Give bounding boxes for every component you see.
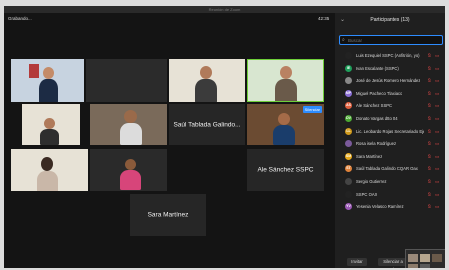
- camera-off-icon[interactable]: ▭: [435, 88, 439, 99]
- participant-row[interactable]: Sergio Gutierrez ⍉ ▭: [339, 176, 443, 189]
- camera-off-icon[interactable]: ▭: [435, 163, 439, 174]
- speaking-indicator: Silenciar: [302, 106, 322, 113]
- camera-off-icon[interactable]: ▭: [435, 176, 439, 187]
- video-tile-saul[interactable]: Saúl Tablada Galindo...: [169, 104, 245, 145]
- participant-name: Saúl Tablada Galindo CQAR Oax: [356, 166, 418, 172]
- invite-button[interactable]: Invitar: [347, 258, 367, 266]
- avatar: [345, 52, 352, 59]
- window-title: Reunión de Zoom: [208, 7, 241, 12]
- participant-name: Donato Vargas dtto 04: [356, 115, 398, 121]
- participant-row[interactable]: DV Donato Vargas dtto 04 ⍉ ▭: [339, 113, 443, 126]
- avatar: MP: [345, 89, 352, 97]
- participants-panel: ⌄ Participantes (13) ⌕ Luis Ezequiel SSP…: [335, 13, 445, 268]
- camera-off-icon[interactable]: ▭: [435, 75, 439, 86]
- participant-row[interactable]: YV Yesenia Velasco Ramírez ⍉ ▭: [339, 201, 443, 214]
- participant-name: Ale Sánchez SSPC: [257, 166, 314, 174]
- avatar: [345, 177, 352, 185]
- avatar: [345, 77, 352, 85]
- video-tile-2[interactable]: [86, 59, 167, 102]
- participant-name: Sara Martínez: [147, 211, 189, 219]
- avatar: AS: [345, 102, 352, 110]
- search-input[interactable]: [348, 36, 438, 44]
- avatar: LL: [345, 127, 352, 135]
- mic-muted-icon[interactable]: ⍉: [428, 138, 431, 149]
- participant-name: Saúl Tablada Galindo...: [173, 121, 241, 128]
- recording-indicator: Grabando...: [8, 16, 32, 21]
- mic-muted-icon[interactable]: ⍉: [428, 63, 431, 74]
- participant-name: Yesenia Velasco Ramírez: [356, 204, 404, 210]
- participant-row[interactable]: Rosa isela Rodríguez ⍉ ▭: [339, 138, 443, 151]
- avatar: DV: [345, 114, 352, 122]
- mic-muted-icon[interactable]: ⍉: [428, 126, 431, 137]
- camera-off-icon[interactable]: ▭: [435, 100, 439, 111]
- clock-readout: 42:35: [318, 16, 330, 21]
- mic-muted-icon[interactable]: ⍉: [428, 163, 431, 174]
- participant-row[interactable]: Luis Ezequiel SSPC (Anfitrión, yo) ⍉ ▭: [339, 50, 443, 63]
- participant-row[interactable]: AS Ale Sánchez SSPC ⍉ ▭: [339, 100, 443, 113]
- mic-muted-icon[interactable]: ⍉: [428, 88, 431, 99]
- avatar: YV: [345, 203, 352, 211]
- video-gallery: Grabando... 42:35 Saúl Tablada Galindo..…: [4, 13, 335, 268]
- participant-row[interactable]: SM Sara Martínez ⍉ ▭: [339, 151, 443, 164]
- mic-muted-icon[interactable]: ⍉: [428, 113, 431, 124]
- camera-off-icon[interactable]: ▭: [435, 151, 439, 162]
- camera-off-icon[interactable]: ▭: [435, 113, 439, 124]
- zoom-window: Reunión de Zoom Grabando... 42:35 Saúl T…: [4, 6, 445, 268]
- participant-name: Miguel Pacheco Tlaxiaco: [356, 90, 403, 96]
- avatar: SM: [345, 152, 352, 160]
- mic-muted-icon[interactable]: ⍉: [428, 151, 431, 162]
- participants-title: Participantes (13): [370, 17, 410, 23]
- avatar: [345, 190, 352, 198]
- participant-name: Ivan Escalante (SSPC): [356, 65, 399, 71]
- camera-off-icon[interactable]: ▭: [435, 126, 439, 137]
- video-tile-3[interactable]: [169, 59, 245, 102]
- self-view-thumbnail[interactable]: [405, 249, 445, 268]
- video-tile-9[interactable]: [11, 149, 88, 191]
- participant-name: Luis Ezequiel SSPC (Anfitrión, yo): [356, 53, 420, 58]
- participant-row[interactable]: ST Saúl Tablada Galindo CQAR Oax ⍉ ▭: [339, 163, 443, 176]
- participant-name: Lic. Leobardo Rojas Secretariado Eje...: [356, 128, 424, 134]
- participant-name: Sara Martínez: [356, 153, 383, 159]
- participant-name: SSPC OAX: [356, 191, 378, 197]
- camera-off-icon[interactable]: ▭: [435, 50, 439, 61]
- video-tile-10[interactable]: [90, 149, 167, 191]
- participant-name: Rosa isela Rodríguez: [356, 141, 397, 147]
- mic-muted-icon[interactable]: ⍉: [428, 75, 431, 86]
- participant-name: Ale Sánchez SSPC: [356, 103, 393, 109]
- mic-muted-icon[interactable]: ⍉: [428, 189, 431, 200]
- video-tile-1[interactable]: [11, 59, 84, 102]
- participant-row[interactable]: José de Jesús Romero Hernández ⍉ ▭: [339, 75, 443, 88]
- video-tile-8[interactable]: Silenciar: [247, 104, 324, 145]
- participant-row[interactable]: SSPC OAX ⍉ ▭: [339, 189, 443, 202]
- flag-decoration: [29, 64, 39, 78]
- avatar: [345, 140, 352, 148]
- participant-name: Sergio Gutierrez: [356, 178, 387, 184]
- participant-name: José de Jesús Romero Hernández: [356, 78, 421, 84]
- mic-muted-icon[interactable]: ⍉: [428, 50, 431, 61]
- participant-row[interactable]: MP Miguel Pacheco Tlaxiaco ⍉ ▭: [339, 88, 443, 101]
- mute-all-button[interactable]: Silenciar a todos: [378, 258, 408, 268]
- participant-row[interactable]: LL Lic. Leobardo Rojas Secretariado Eje..…: [339, 126, 443, 139]
- avatar: IE: [345, 64, 352, 72]
- search-icon: ⌕: [342, 37, 345, 43]
- camera-off-icon[interactable]: ▭: [435, 138, 439, 149]
- video-tile-6[interactable]: [90, 104, 167, 145]
- mic-muted-icon[interactable]: ⍉: [428, 201, 431, 212]
- mic-muted-icon[interactable]: ⍉: [428, 176, 431, 187]
- avatar: ST: [345, 165, 352, 173]
- video-tile-sara[interactable]: Sara Martínez: [130, 194, 206, 236]
- camera-off-icon[interactable]: ▭: [435, 189, 439, 200]
- video-tile-5[interactable]: [22, 104, 80, 145]
- video-tile-ale[interactable]: Ale Sánchez SSPC: [247, 149, 324, 191]
- participant-row[interactable]: IE Ivan Escalante (SSPC) ⍉ ▭: [339, 63, 443, 76]
- video-tile-4[interactable]: [247, 59, 324, 102]
- camera-off-icon[interactable]: ▭: [435, 63, 439, 74]
- search-box[interactable]: ⌕: [339, 35, 443, 45]
- mic-muted-icon[interactable]: ⍉: [428, 100, 431, 111]
- title-bar: Reunión de Zoom: [4, 6, 445, 13]
- camera-off-icon[interactable]: ▭: [435, 201, 439, 212]
- participants-list: Luis Ezequiel SSPC (Anfitrión, yo) ⍉ ▭ IE Iv…: [339, 50, 443, 214]
